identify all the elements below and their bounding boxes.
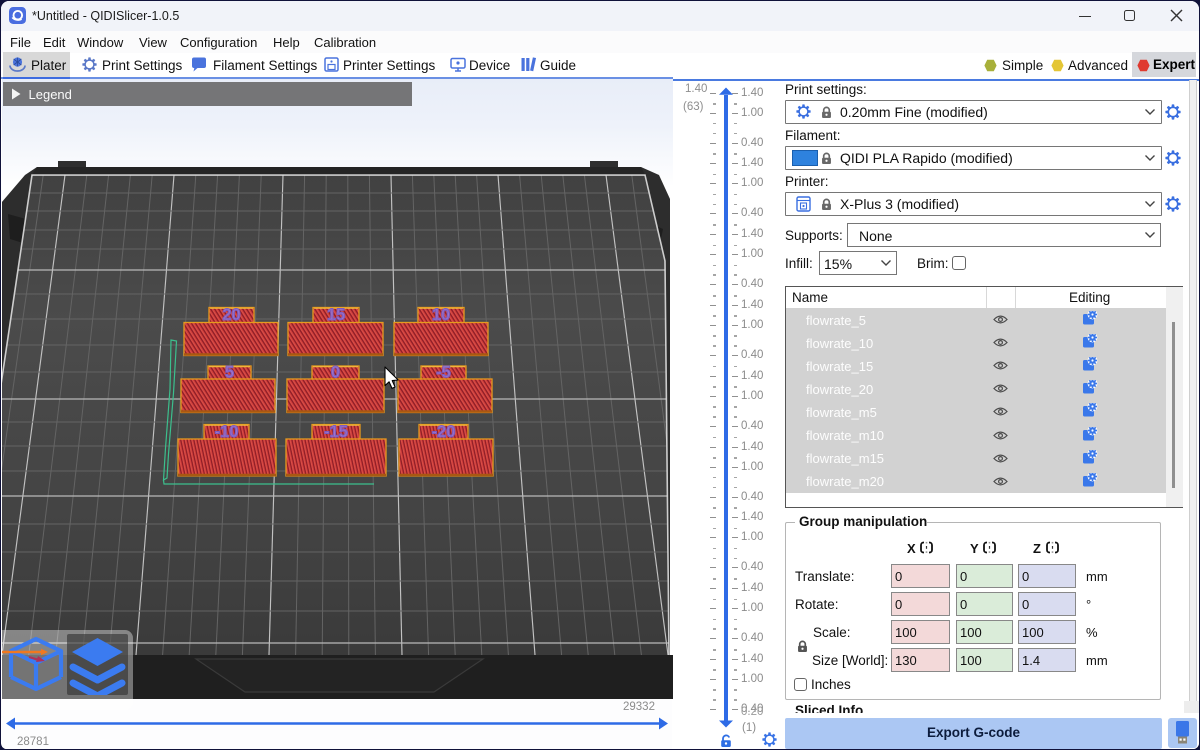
svg-text:-15: -15 (324, 423, 348, 441)
svg-text:0: 0 (331, 364, 340, 382)
svg-text:-10: -10 (215, 423, 239, 441)
svg-text:20: 20 (222, 306, 240, 324)
svg-text:-5: -5 (436, 364, 451, 382)
svg-text:5: 5 (225, 364, 234, 382)
svg-text:-20: -20 (432, 423, 456, 441)
svg-text:15: 15 (327, 306, 345, 324)
svg-text:10: 10 (432, 306, 450, 324)
